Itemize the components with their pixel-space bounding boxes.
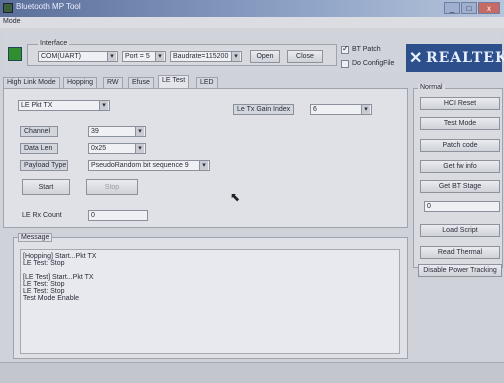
- maximize-button[interactable]: □: [461, 2, 477, 14]
- close-port-button[interactable]: Close: [287, 50, 323, 63]
- app-icon: [3, 3, 13, 13]
- get-bt-stage-button[interactable]: Get BT Stage: [420, 180, 500, 193]
- tx-gain-index-select[interactable]: 6: [310, 104, 372, 115]
- patch-code-button[interactable]: Patch code: [420, 139, 500, 152]
- message-log[interactable]: [Hopping] Start...Pkt TX LE Test: Stop […: [20, 249, 400, 354]
- logo-text: REALTEK: [426, 50, 504, 66]
- realtek-logo: ✕ REALTEK: [406, 44, 504, 72]
- bt-patch-checkbox[interactable]: [341, 44, 349, 54]
- tab-high-link-mode[interactable]: High Link Mode: [3, 77, 60, 88]
- status-bar: [0, 362, 504, 383]
- data-len-select[interactable]: 0x25: [88, 143, 146, 154]
- log-line: [LE Test] Start...Pkt TX: [23, 274, 94, 281]
- interface-caption: Interface: [38, 40, 70, 47]
- disable-power-tracking-button[interactable]: Disable Power Tracking: [418, 264, 502, 277]
- payload-type-label: Payload Type: [20, 160, 68, 171]
- start-button[interactable]: Start: [22, 179, 70, 195]
- minimize-button[interactable]: _: [444, 2, 460, 14]
- message-caption: Message: [18, 233, 53, 242]
- open-button[interactable]: Open: [250, 50, 280, 63]
- normal-caption: Normal: [418, 84, 445, 91]
- log-line: LE Test: Stop: [23, 260, 65, 267]
- le-mode-select[interactable]: LE Pkt TX: [18, 100, 110, 111]
- logo-mark-icon: ✕: [409, 50, 423, 67]
- load-script-button[interactable]: Load Script: [420, 224, 500, 237]
- tab-efuse[interactable]: Efuse: [128, 77, 154, 88]
- log-line: LE Test: Stop: [23, 281, 65, 288]
- tab-rw[interactable]: RW: [103, 77, 123, 88]
- hci-reset-button[interactable]: HCI Reset: [420, 97, 500, 110]
- mouse-pointer-icon: ⬉: [230, 190, 241, 204]
- log-line: LE Test: Stop: [23, 288, 65, 295]
- menu-mode[interactable]: Mode: [3, 18, 21, 25]
- baudrate-select[interactable]: Baudrate=115200: [170, 51, 242, 62]
- bt-patch-label: BT Patch: [352, 46, 381, 53]
- tab-led[interactable]: LED: [196, 77, 218, 88]
- do-config-checkbox[interactable]: [341, 60, 349, 68]
- normal-group: [413, 88, 503, 268]
- test-mode-button[interactable]: Test Mode: [420, 117, 500, 130]
- log-line: [Hopping] Start...Pkt TX: [23, 253, 97, 260]
- channel-select[interactable]: 39: [88, 126, 146, 137]
- rx-count-field[interactable]: 0: [88, 210, 148, 221]
- title-bar: Bluetooth MP Tool: [0, 0, 504, 17]
- connect-status-icon: [8, 47, 22, 61]
- tab-le-test[interactable]: LE Test: [158, 75, 190, 88]
- rx-count-label: LE Rx Count: [22, 212, 62, 219]
- window-title: Bluetooth MP Tool: [16, 2, 81, 11]
- channel-label: Channel: [20, 126, 58, 137]
- data-len-label: Data Len: [20, 143, 58, 154]
- stop-button[interactable]: Stop: [86, 179, 138, 195]
- get-fw-info-button[interactable]: Get fw info: [420, 160, 500, 173]
- bt-stage-field[interactable]: 0: [424, 201, 500, 212]
- port-type-select[interactable]: COM(UART): [38, 51, 118, 62]
- do-config-label: Do ConfigFile: [352, 60, 395, 67]
- menu-bar: Mode: [0, 17, 504, 28]
- payload-type-select[interactable]: PseudoRandom bit sequence 9: [88, 160, 210, 171]
- tx-gain-index-label: Le Tx Gain Index: [233, 104, 295, 115]
- log-line: Test Mode Enable: [23, 295, 80, 302]
- com-port-select[interactable]: Port = 5: [122, 51, 166, 62]
- read-thermal-button[interactable]: Read Thermal: [420, 246, 500, 259]
- close-window-button[interactable]: x: [478, 2, 500, 14]
- tab-hopping[interactable]: Hopping: [63, 77, 98, 88]
